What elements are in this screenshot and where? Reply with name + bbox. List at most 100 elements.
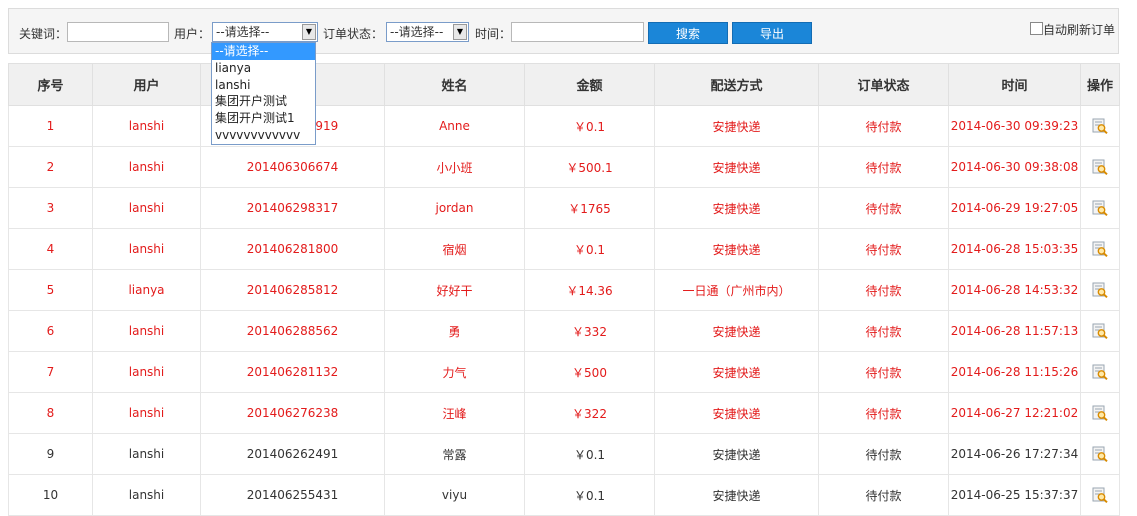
cell-user: lanshi xyxy=(92,105,201,147)
view-details-icon[interactable] xyxy=(1092,159,1108,175)
cell-delivery: 安捷快递 xyxy=(654,474,819,516)
cell-user: lianya xyxy=(92,269,201,311)
status-label: 订单状态： xyxy=(323,27,384,41)
cell-name: Anne xyxy=(384,105,525,147)
cell-user: lanshi xyxy=(92,433,201,475)
cell-no: 4 xyxy=(8,228,93,270)
header-name: 姓名 xyxy=(384,63,525,106)
cell-user: lanshi xyxy=(92,351,201,393)
user-select-value: --请选择-- xyxy=(216,25,270,39)
cell-name: 好好干 xyxy=(384,269,525,311)
cell-name: viyu xyxy=(384,474,525,516)
user-label: 用户： xyxy=(174,27,211,41)
search-button[interactable]: 搜索 xyxy=(648,22,728,44)
cell-amount: ￥1765 xyxy=(524,187,655,229)
dropdown-option[interactable]: --请选择-- xyxy=(212,43,315,60)
view-details-icon[interactable] xyxy=(1092,364,1108,380)
dropdown-option[interactable]: lanshi xyxy=(212,77,315,94)
header-time: 时间 xyxy=(948,63,1081,106)
cell-delivery: 安捷快递 xyxy=(654,310,819,352)
table-row: 6 lanshi 201406288562 勇 ￥332 安捷快递 待付款 2014-06-2… xyxy=(8,310,1120,352)
cell-action xyxy=(1080,187,1120,229)
cell-time: 2014-06-30 09:38:08 xyxy=(948,146,1081,188)
view-details-icon[interactable] xyxy=(1092,446,1108,462)
chevron-down-icon: ▼ xyxy=(302,24,316,40)
cell-time: 2014-06-29 19:27:05 xyxy=(948,187,1081,229)
cell-status: 待付款 xyxy=(818,392,949,434)
header-amount: 金额 xyxy=(524,63,655,106)
time-input[interactable] xyxy=(511,22,644,42)
status-select-value: --请选择-- xyxy=(390,25,444,39)
cell-order-no: 201406255431 xyxy=(200,474,385,516)
time-label: 时间： xyxy=(475,27,512,41)
cell-name: 宿烟 xyxy=(384,228,525,270)
cell-user: lanshi xyxy=(92,228,201,270)
cell-status: 待付款 xyxy=(818,187,949,229)
view-details-icon[interactable] xyxy=(1092,241,1108,257)
cell-amount: ￥500.1 xyxy=(524,146,655,188)
cell-action xyxy=(1080,392,1120,434)
cell-amount: ￥332 xyxy=(524,310,655,352)
view-details-icon[interactable] xyxy=(1092,487,1108,503)
view-details-icon[interactable] xyxy=(1092,200,1108,216)
auto-refresh-toggle[interactable]: 自动刷新订单 xyxy=(1030,21,1115,38)
header-action: 操作 xyxy=(1080,63,1120,106)
cell-order-no: 201406281132 xyxy=(200,351,385,393)
cell-user: lanshi xyxy=(92,392,201,434)
user-dropdown-list: --请选择-- lianya lanshi 集团开户测试 集团开户测试1 vvv… xyxy=(211,42,316,145)
table-row: 8 lanshi 201406276238 汪峰 ￥322 安捷快递 待付款 2014-06-… xyxy=(8,392,1120,434)
dropdown-option[interactable]: 集团开户测试 xyxy=(212,93,315,110)
cell-status: 待付款 xyxy=(818,269,949,311)
auto-refresh-checkbox[interactable] xyxy=(1030,22,1043,35)
cell-status: 待付款 xyxy=(818,146,949,188)
cell-no: 8 xyxy=(8,392,93,434)
cell-time: 2014-06-28 11:57:13 xyxy=(948,310,1081,352)
view-details-icon[interactable] xyxy=(1092,323,1108,339)
table-row: 4 lanshi 201406281800 宿烟 ￥0.1 安捷快递 待付款 2014-06-… xyxy=(8,228,1120,270)
status-select[interactable]: --请选择-- ▼ xyxy=(386,22,469,42)
cell-order-no: 201406285812 xyxy=(200,269,385,311)
search-toolbar: 关键词： 用户： --请选择-- ▼ 订单状态： --请选择-- ▼ 时间： 搜… xyxy=(8,8,1119,54)
cell-user: lanshi xyxy=(92,187,201,229)
view-details-icon[interactable] xyxy=(1092,118,1108,134)
cell-delivery: 安捷快递 xyxy=(654,228,819,270)
view-details-icon[interactable] xyxy=(1092,282,1108,298)
view-details-icon[interactable] xyxy=(1092,405,1108,421)
dropdown-option[interactable]: vvvvvvvvvvvv xyxy=(212,127,315,144)
cell-delivery: 安捷快递 xyxy=(654,105,819,147)
cell-amount: ￥0.1 xyxy=(524,474,655,516)
keyword-input[interactable] xyxy=(67,22,169,42)
user-select[interactable]: --请选择-- ▼ xyxy=(212,22,318,42)
cell-action xyxy=(1080,310,1120,352)
cell-delivery: 一日通（广州市内） xyxy=(654,269,819,311)
cell-time: 2014-06-27 12:21:02 xyxy=(948,392,1081,434)
cell-status: 待付款 xyxy=(818,310,949,352)
export-button[interactable]: 导出 xyxy=(732,22,812,44)
cell-no: 5 xyxy=(8,269,93,311)
cell-user: lanshi xyxy=(92,474,201,516)
cell-no: 1 xyxy=(8,105,93,147)
cell-no: 6 xyxy=(8,310,93,352)
cell-status: 待付款 xyxy=(818,433,949,475)
cell-action xyxy=(1080,351,1120,393)
table-row: 7 lanshi 201406281132 力气 ￥500 安捷快递 待付款 2014-06-… xyxy=(8,351,1120,393)
cell-status: 待付款 xyxy=(818,474,949,516)
cell-no: 2 xyxy=(8,146,93,188)
cell-action xyxy=(1080,269,1120,311)
table-row: 9 lanshi 201406262491 常露 ￥0.1 安捷快递 待付款 2014-06-… xyxy=(8,433,1120,475)
cell-amount: ￥0.1 xyxy=(524,105,655,147)
cell-no: 10 xyxy=(8,474,93,516)
header-delivery: 配送方式 xyxy=(654,63,819,106)
cell-amount: ￥0.1 xyxy=(524,433,655,475)
cell-no: 9 xyxy=(8,433,93,475)
cell-name: 力气 xyxy=(384,351,525,393)
cell-amount: ￥14.36 xyxy=(524,269,655,311)
cell-order-no: 201406288562 xyxy=(200,310,385,352)
cell-action xyxy=(1080,433,1120,475)
cell-delivery: 安捷快递 xyxy=(654,392,819,434)
orders-table: 序号 用户 订单号 姓名 金额 配送方式 订单状态 时间 操作 1lanshi2… xyxy=(8,63,1120,516)
cell-delivery: 安捷快递 xyxy=(654,351,819,393)
dropdown-option[interactable]: lianya xyxy=(212,60,315,77)
dropdown-option[interactable]: 集团开户测试1 xyxy=(212,110,315,127)
table-row: 3 lanshi 201406298317 jordan ￥1765 安捷快递 待付款 201… xyxy=(8,187,1120,229)
